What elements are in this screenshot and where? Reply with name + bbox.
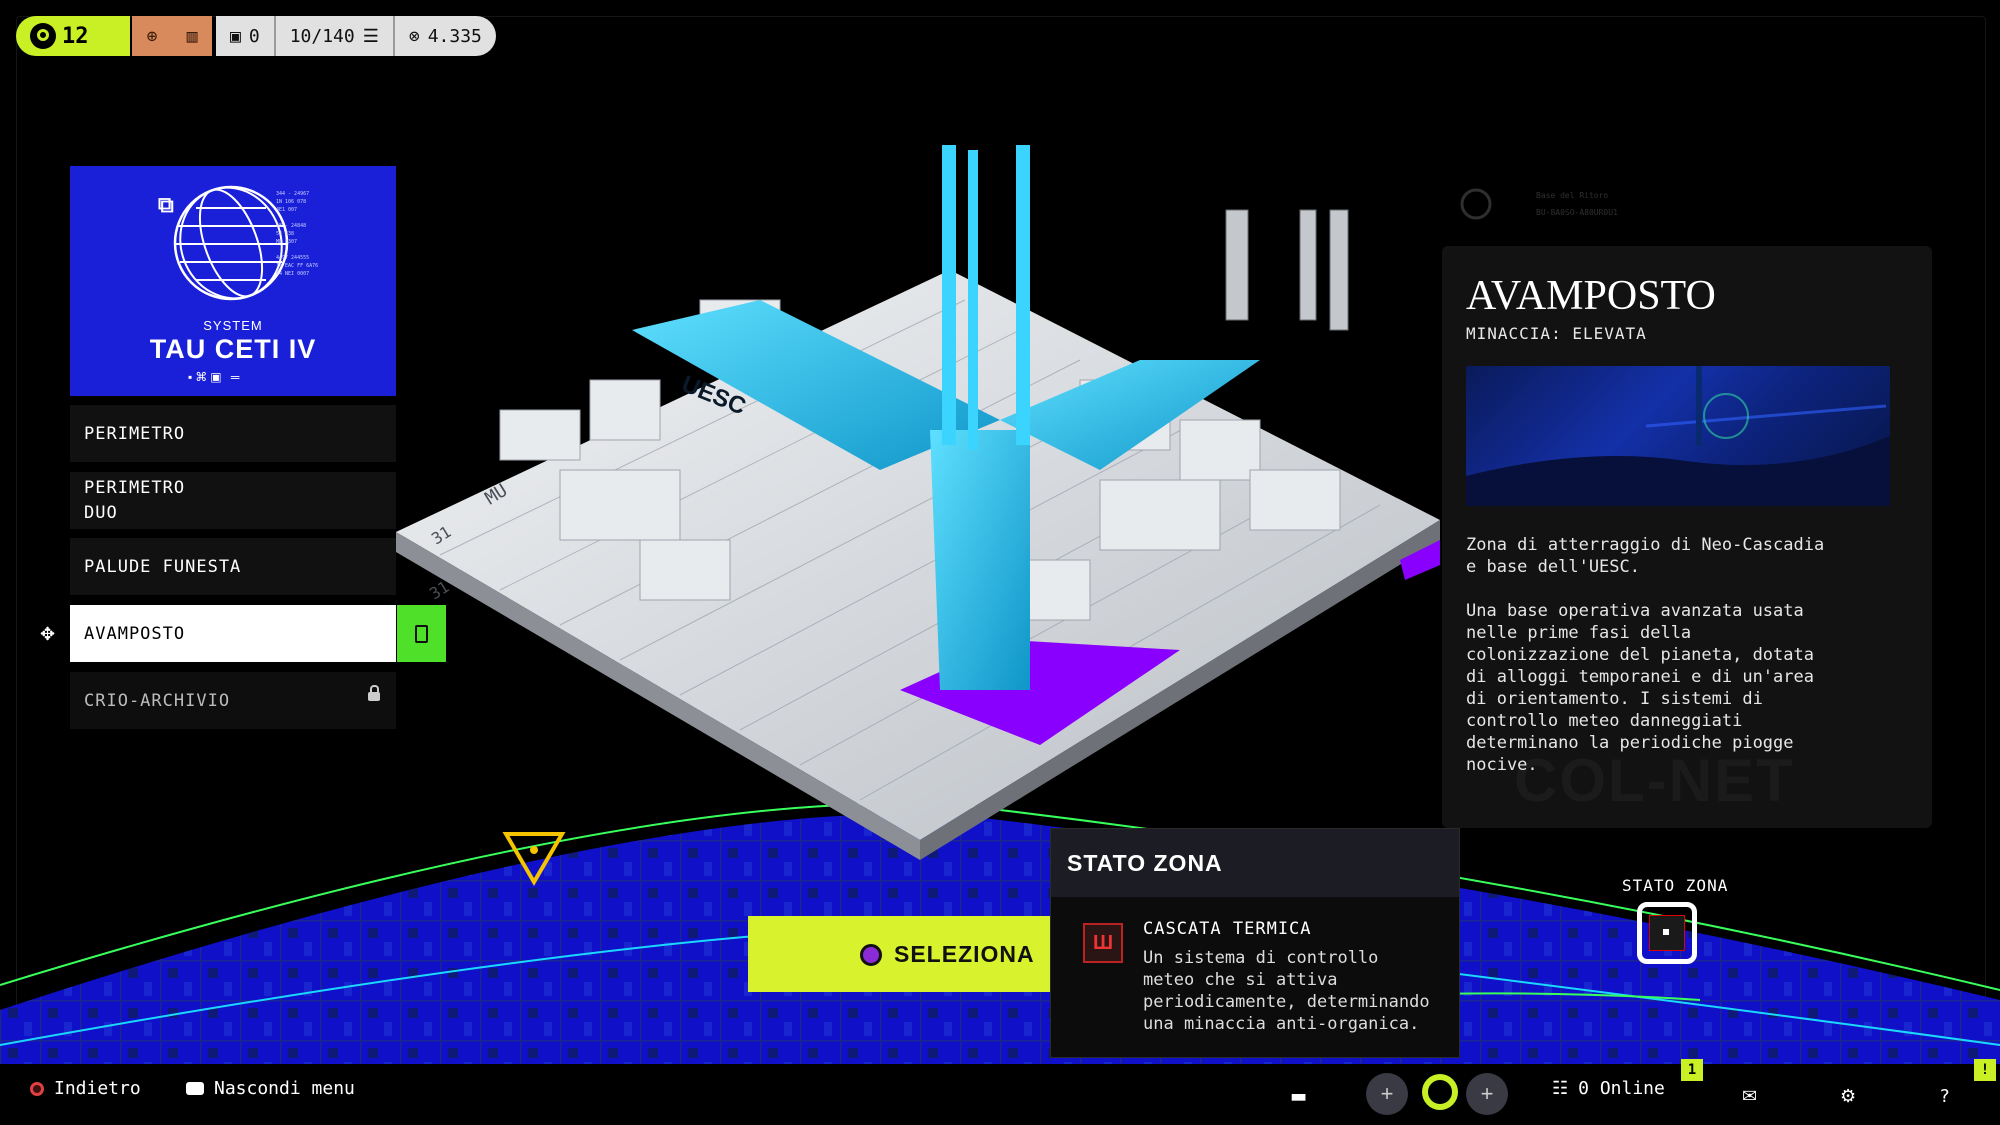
mail-icon[interactable]: ✉ <box>1742 1086 1757 1107</box>
zone-selected-tab[interactable] <box>397 605 446 662</box>
player-level[interactable]: 12 <box>16 16 130 56</box>
threat-level: MINACCIA: ELEVATA <box>1466 324 1647 343</box>
people-icon: ☷ <box>1552 1078 1569 1099</box>
system-name: TAU CETI IV <box>149 334 317 364</box>
zone-status-popup: STATO ZONA Ш CASCATA TERMICA Un sistema … <box>1050 828 1460 1058</box>
back-button[interactable]: Indietro <box>30 1078 141 1099</box>
currency-counter[interactable]: ⊗ 4.335 <box>395 16 496 56</box>
zone-title: AVAMPOSTO <box>1466 273 1716 319</box>
zone-detail-panel: COL-NET AVAMPOSTO MINACCIA: ELEVATA Zona… <box>1442 246 1932 964</box>
crosshair-icon: ⊕ <box>146 25 158 47</box>
capacity-counter[interactable]: 10/140 ☰ <box>276 16 395 56</box>
circle-button-icon <box>30 1081 44 1096</box>
gamepad-cursor-icon: ✥ <box>40 624 56 644</box>
bars-icon: ▥ <box>186 25 198 47</box>
plus-icon: + <box>1480 1081 1494 1106</box>
popup-title: STATO ZONA <box>1051 829 1459 897</box>
level-icon <box>30 23 56 49</box>
system-card: ⧉ 344 - 24967 1N 106 078 4E1 007 28 - 24… <box>70 166 396 396</box>
resource-bar: ▣ 0 10/140 ☰ ⊗ 4.335 <box>216 16 496 56</box>
settings-gear-icon[interactable]: ⚙ <box>1840 1086 1856 1107</box>
online-friends-button[interactable]: ☷ 0 Online <box>1552 1078 1665 1099</box>
thermal-hazard-icon <box>1649 915 1685 951</box>
zone-item-perimetro[interactable]: PERIMETRO <box>70 405 396 462</box>
loadout-indicator[interactable]: ⊕ ▥ <box>132 16 212 56</box>
notification-badge: 1 <box>1681 1059 1703 1081</box>
lock-icon <box>368 685 380 701</box>
inventory-counter[interactable]: ▣ 0 <box>216 16 276 56</box>
condition-name: CASCATA TERMICA <box>1143 919 1312 939</box>
stack-icon: ☰ <box>362 25 379 47</box>
alert-badge: ! <box>1974 1059 1996 1081</box>
zone-tile[interactable]: UESC MU 31 31 <box>396 145 1440 860</box>
square-button-icon <box>860 944 882 966</box>
plus-icon: + <box>1380 1081 1394 1106</box>
next-runner-button[interactable]: + <box>1466 1073 1508 1115</box>
select-zone-button[interactable]: SELEZIONA <box>748 916 1053 992</box>
runner-icon[interactable] <box>1422 1074 1458 1110</box>
system-label: SYSTEM <box>203 318 263 333</box>
chat-icon[interactable]: ▬ <box>1290 1086 1307 1107</box>
currency-icon: ⊗ <box>408 25 420 47</box>
svg-text:Base del Ritoro: Base del Ritoro <box>1536 191 1608 200</box>
help-icon[interactable]: ? <box>1940 1086 1950 1107</box>
touchpad-icon <box>186 1082 204 1095</box>
map-corner-info: Base del Ritoro BU-8A0SO-A80UR0U1 <box>1460 188 1618 220</box>
system-code-icon: ▪⌘▣ ═ <box>188 370 243 384</box>
prev-runner-button[interactable]: + <box>1366 1073 1408 1115</box>
svg-text:BU-8A0SO-A80UR0U1: BU-8A0SO-A80UR0U1 <box>1536 208 1618 217</box>
hide-menu-button[interactable]: Nascondi menu <box>186 1078 355 1099</box>
zone-preview-image <box>1466 366 1890 506</box>
zone-item-avamposto[interactable]: AVAMPOSTO <box>70 605 396 662</box>
zone-item-palude-funesta[interactable]: PALUDE FUNESTA <box>70 538 396 595</box>
zone-description: Zona di atterraggio di Neo-Cascadia e ba… <box>1466 535 1825 775</box>
zone-item-crio-archivio[interactable]: CRIO-ARCHIVIO <box>70 672 396 729</box>
device-icon <box>415 624 428 643</box>
condition-description: Un sistema di controllo meteo che si att… <box>1143 948 1430 1034</box>
top-hud: 12 ⊕ ▥ ▣ 0 10/140 ☰ ⊗ 4.335 <box>16 16 496 56</box>
system-glyph-icon: ⧉ <box>158 192 174 217</box>
zone-item-perimetro-duo[interactable]: PERIMETRO DUO <box>70 472 396 529</box>
thermal-cascade-icon: Ш <box>1083 923 1123 963</box>
zone-status-label: STATO ZONA <box>1622 876 1729 895</box>
zone-status-button[interactable] <box>1637 902 1697 964</box>
level-value: 12 <box>62 23 89 49</box>
inventory-icon: ▣ <box>230 25 241 47</box>
